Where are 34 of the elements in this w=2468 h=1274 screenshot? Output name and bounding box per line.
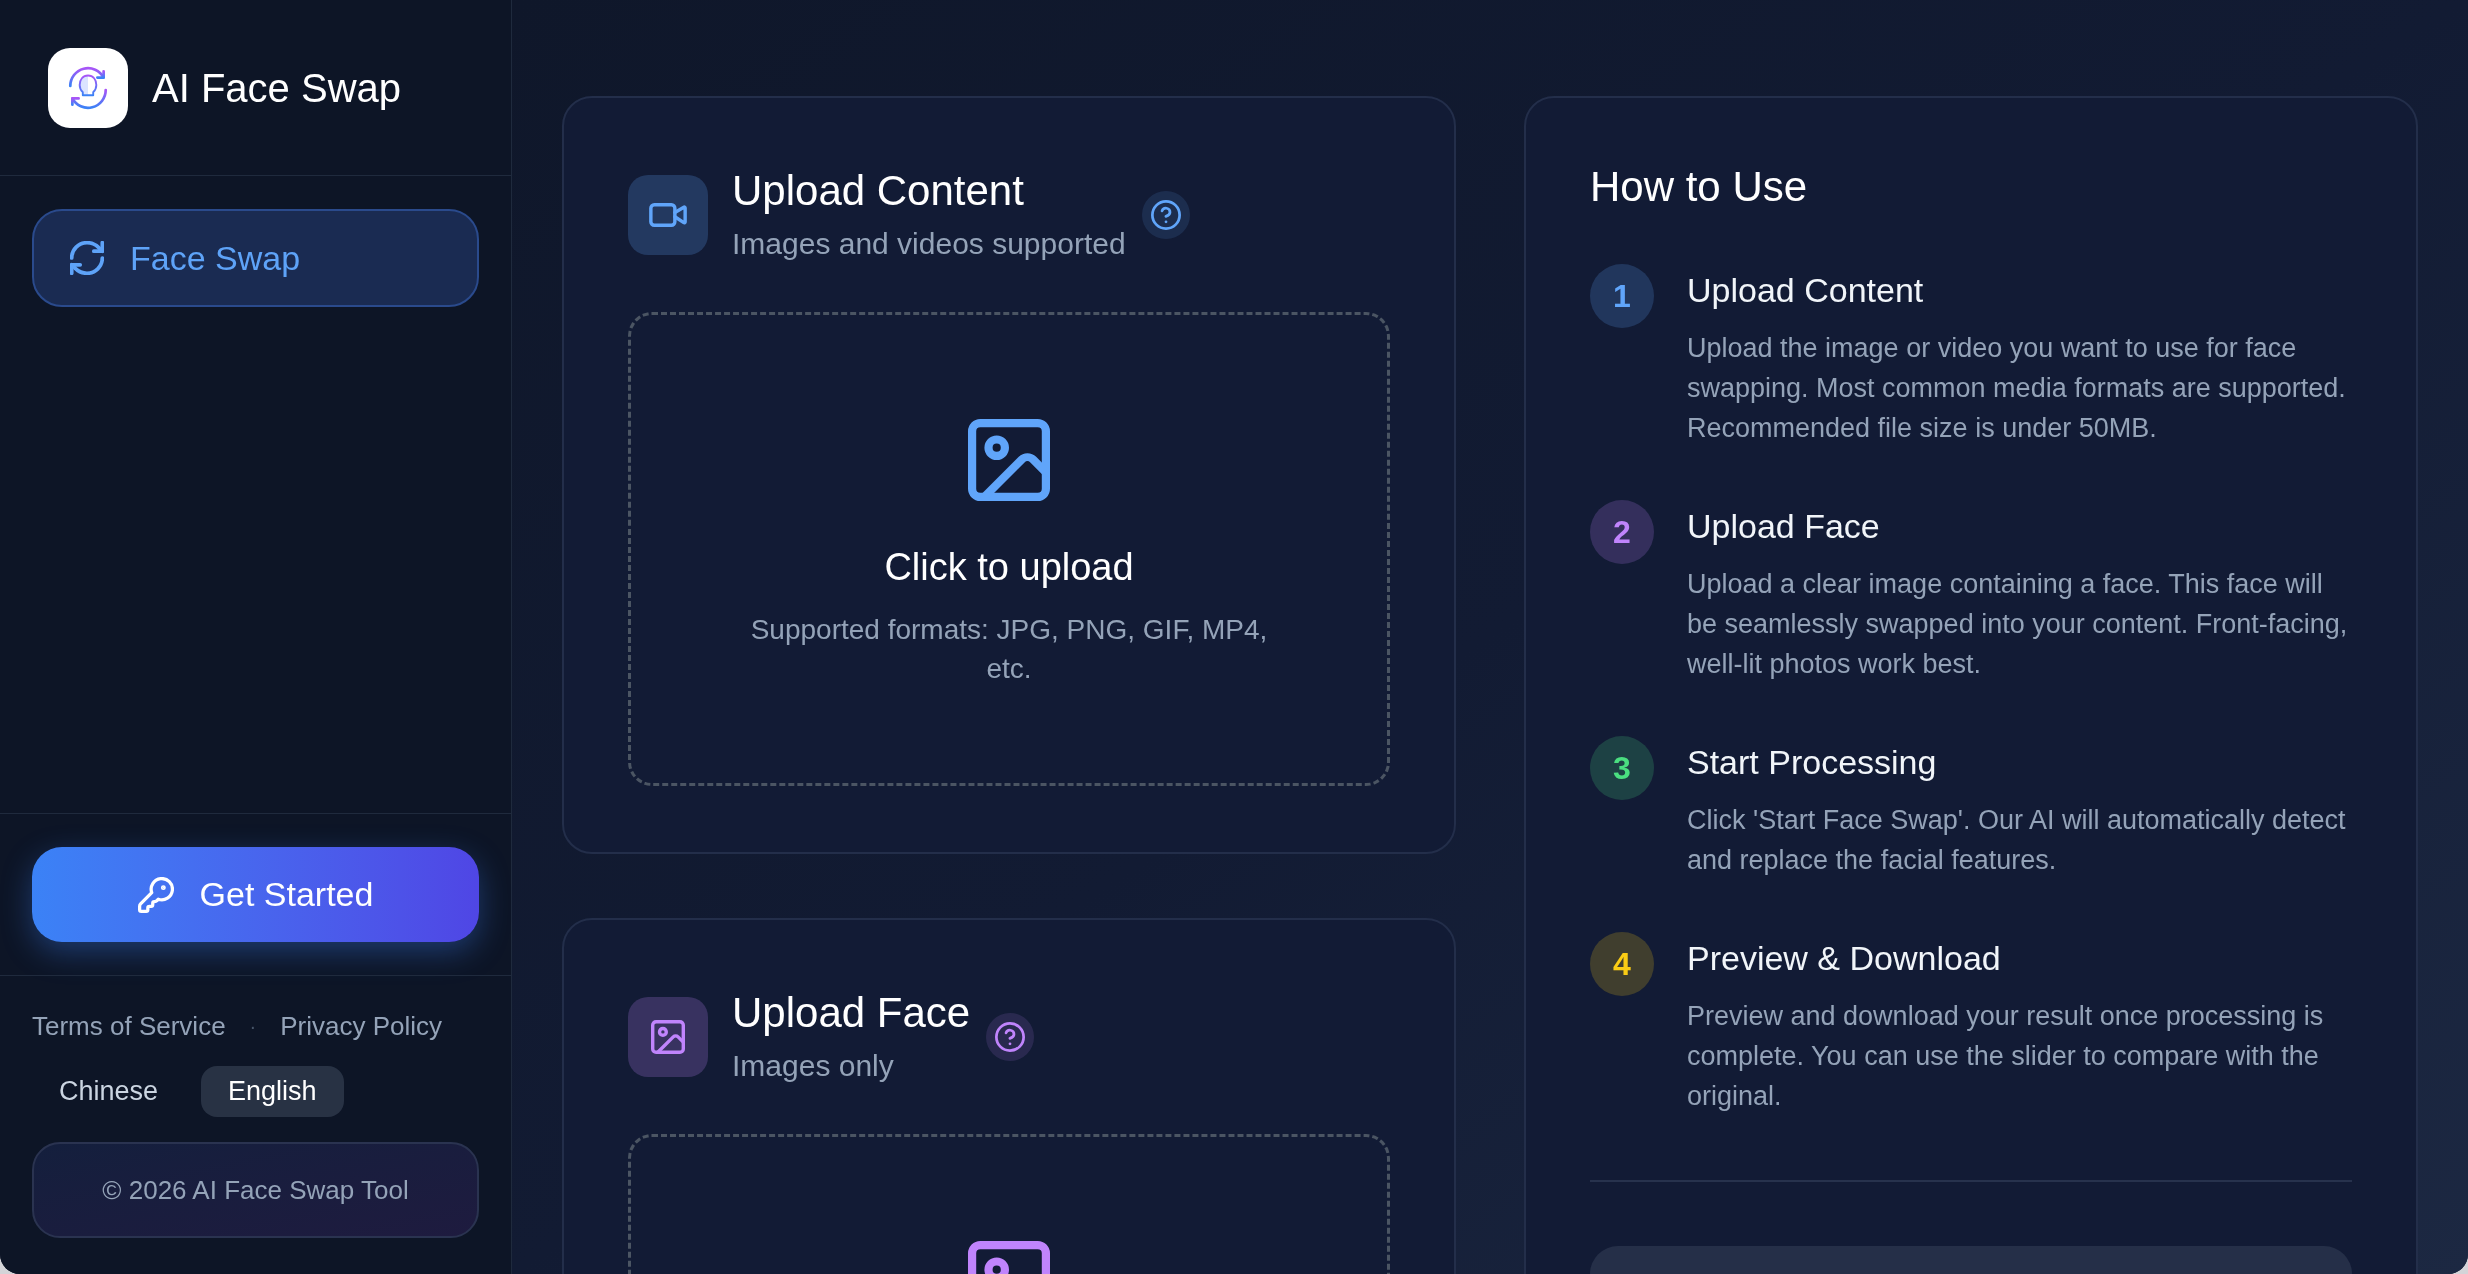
panel-title: How to Use [1590,162,1809,212]
language-option[interactable]: English [201,1066,344,1117]
key-icon [137,876,174,913]
image-icon [968,419,1050,501]
nav-item[interactable]: Face Swap [32,209,479,307]
footer-link[interactable]: Privacy Policy [280,1010,443,1042]
link-separator: · [249,1014,257,1039]
step-number: 1 [1613,279,1631,313]
upload-dropzone[interactable]: Click to upload Supported formats: JPG, PNG, GIF, MP4, etc. [628,312,1390,786]
step-number: 2 [1613,515,1631,549]
section-subtitle: Images and videos supported [732,226,1126,262]
step-number: 3 [1613,751,1631,785]
step-description: Click 'Start Face Swap'. Our AI will automatically detect and replace the facial features. [1687,804,2347,877]
step-description: Upload a clear image containing a face. This face will be seamlessly swapped into your content. Front-facing, well-lit photos work best. [1687,568,2349,681]
copyright-text: © 2026 AI Face Swap Tool [102,1173,409,1207]
step-description: Preview and download your result once processing is complete. You can use the slider to compare with the original. [1687,1000,2325,1113]
refresh-icon [70,241,104,275]
help-icon[interactable] [1141,191,1190,239]
help-icon[interactable] [986,1013,1035,1061]
app-title: AI Face Swap [152,64,401,112]
section-subtitle: Images only [732,1048,895,1084]
step-number: 4 [1613,947,1631,981]
language-option[interactable]: Chinese [32,1066,186,1117]
footer-link[interactable]: Terms of Service [32,1010,226,1042]
step-title: Preview & Download [1687,938,2002,979]
step-title: Upload Face [1687,506,1881,547]
step-title: Start Processing [1687,742,1938,783]
upload-prompt: Click to upload [884,545,1134,590]
get-started-button[interactable]: Get Started [32,847,479,942]
step-title: Upload Content [1687,270,1925,311]
step-description: Upload the image or video you want to use for face swapping. Most common media formats are supported. Recommended file size is under 50MB. [1687,332,2347,445]
section-title: Upload Content [732,166,1025,216]
section-title: Upload Face [732,988,971,1038]
supported-formats-text: Supported formats: JPG, PNG, GIF, MP4, etc. [749,613,1269,686]
